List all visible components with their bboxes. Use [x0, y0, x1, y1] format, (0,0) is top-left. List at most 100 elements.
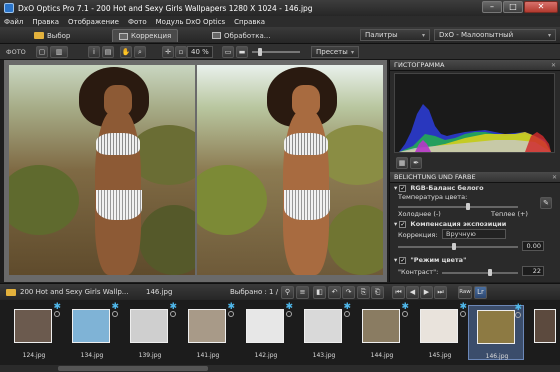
close-icon[interactable]: ✕ [551, 62, 556, 69]
menu-view[interactable]: Отображение [68, 18, 119, 26]
thumbnail-selected[interactable]: ✱ 146.jpg [468, 303, 524, 360]
thumbnail[interactable] [526, 305, 560, 360]
close-button[interactable]: ✕ [524, 1, 558, 13]
histogram [394, 73, 555, 153]
color-mode-row[interactable]: ▾ ✓ "Режим цвета" [394, 256, 466, 264]
info-button[interactable]: i [88, 46, 100, 58]
thumbnail-label: 142.jpg [254, 352, 278, 359]
prev-image-icon[interactable]: ◀ [406, 286, 419, 299]
palettes-dropdown[interactable]: Палитры ▾ [360, 29, 430, 41]
window-controls: – □ ✕ [482, 1, 558, 13]
tab-correction-label: Коррекция [131, 32, 172, 40]
zoom-out-icon[interactable]: ▭ [222, 46, 234, 58]
filter-icon[interactable]: ⚲ [281, 286, 294, 299]
thumbnail[interactable]: ✱ 124.jpg [6, 302, 62, 360]
exposure-row[interactable]: ▾ ✓ Компенсация экспозиции [394, 220, 506, 228]
rotate-left-icon[interactable]: ↶ [328, 286, 341, 299]
last-image-icon[interactable]: ⏭ [434, 286, 447, 299]
compare-view-button[interactable]: ▥ [50, 46, 68, 58]
thumbnail-image [14, 309, 52, 343]
chevron-down-icon: ▾ [421, 31, 425, 39]
image-canvas[interactable] [4, 60, 387, 282]
menu-photo[interactable]: Фото [128, 18, 147, 26]
thumbnail-image [534, 309, 556, 343]
histogram-mode-icon[interactable]: ▦ [396, 157, 408, 169]
temperature-slider[interactable] [398, 206, 518, 208]
contrast-slider-thumb[interactable] [488, 269, 492, 276]
tab-select-label: Выбор [47, 31, 71, 40]
thumbnail-image [246, 309, 284, 343]
chevron-down-icon: ▾ [547, 31, 551, 39]
thumbnail[interactable]: ✱ 145.jpg [412, 302, 468, 360]
close-icon[interactable]: ✕ [552, 174, 557, 181]
zoom-slider-thumb[interactable] [258, 48, 262, 56]
temperature-slider-thumb[interactable] [466, 203, 470, 210]
rgb-balance-checkbox[interactable]: ✓ [399, 184, 407, 192]
temperature-label: Температура цвета: [398, 193, 468, 201]
thumbnail[interactable]: ✱ 141.jpg [180, 302, 236, 360]
thumbnail-label: 146.jpg [485, 353, 509, 360]
menu-dxo-module[interactable]: Модуль DxO Optics [156, 18, 226, 26]
next-image-icon[interactable]: ▶ [420, 286, 433, 299]
white-balance-picker-icon[interactable]: ✎ [540, 197, 552, 209]
exposure-slider[interactable] [398, 246, 518, 248]
zoom-in-icon[interactable]: ▬ [236, 46, 248, 58]
thumbnail[interactable]: ✱ 142.jpg [238, 302, 294, 360]
hand-tool-icon[interactable]: ✋ [120, 46, 132, 58]
correction-dropdown[interactable]: Вручную [442, 229, 506, 239]
exposure-checkbox[interactable]: ✓ [399, 220, 407, 228]
fit-icon[interactable]: ✛ [162, 46, 174, 58]
minimize-button[interactable]: – [482, 1, 502, 13]
status-badge [515, 312, 521, 318]
eyedropper-icon[interactable]: ✒ [410, 157, 422, 169]
title-bar: DxO Optics Pro 7.1 - 200 Hot and Sexy Gi… [0, 0, 560, 16]
color-mode-checkbox[interactable]: ✓ [399, 256, 407, 264]
thumbnail-image [420, 309, 458, 343]
copy-settings-icon[interactable]: ⎘ [357, 286, 370, 299]
contrast-value-field[interactable]: 22 [522, 266, 544, 276]
zoom-tool-icon[interactable]: ⌕ [134, 46, 146, 58]
thumbnail[interactable]: ✱ 144.jpg [354, 302, 410, 360]
zoom-level-field[interactable]: 40 % [187, 46, 213, 58]
thumbnail[interactable]: ✱ 139.jpg [122, 302, 178, 360]
top-garment [96, 133, 140, 155]
first-image-icon[interactable]: ⏮ [392, 286, 405, 299]
rgb-balance-row[interactable]: ▾ ✓ RGB-Баланс белого [394, 184, 484, 192]
sort-icon[interactable]: ≡ [296, 286, 309, 299]
folder-icon [34, 32, 44, 39]
histogram-header[interactable]: ГИСТОГРАММА ✕ [390, 60, 560, 71]
bottom-garment [284, 190, 330, 220]
thumbnail-label: 141.jpg [196, 352, 220, 359]
presets-dropdown[interactable]: Пресеты ▾ [311, 46, 359, 58]
tab-process[interactable]: Обработка... [206, 29, 276, 42]
status-badge [460, 311, 466, 317]
workspace-dropdown[interactable]: DxO - Малоопытный ▾ [434, 29, 556, 41]
thumbnail[interactable]: ✱ 134.jpg [64, 302, 120, 360]
tab-process-label: Обработка... [224, 31, 271, 40]
section-header[interactable]: BELICHTUNG UND FARBE ✕ [390, 172, 560, 183]
contrast-slider[interactable] [442, 272, 518, 274]
menu-file[interactable]: Файл [4, 18, 23, 26]
single-view-button[interactable]: ▢ [36, 46, 48, 58]
lightroom-button[interactable]: Lr [474, 286, 487, 299]
thumbnail[interactable]: ✱ 143.jpg [296, 302, 352, 360]
tab-correction[interactable]: Коррекция [112, 29, 179, 42]
rotate-right-icon[interactable]: ↷ [342, 286, 355, 299]
exposure-slider-thumb[interactable] [452, 243, 456, 250]
apply-preset-icon[interactable]: ◧ [313, 286, 326, 299]
maximize-button[interactable]: □ [503, 1, 523, 13]
raw-toggle[interactable]: Raw [458, 286, 472, 299]
process-icon [212, 32, 221, 39]
contrast-label: "Контраст": [398, 268, 439, 276]
actual-size-icon[interactable]: ▫ [175, 46, 187, 58]
menu-edit[interactable]: Правка [32, 18, 59, 26]
paste-settings-icon[interactable]: ⎗ [371, 286, 384, 299]
exposure-value-field[interactable]: 0.00 [522, 241, 544, 251]
tab-select[interactable]: Выбор [28, 29, 76, 42]
thumbnail-image [72, 309, 110, 343]
filmstrip-scrollbar[interactable] [0, 365, 560, 372]
menu-help[interactable]: Справка [234, 18, 265, 26]
scrollbar-thumb[interactable] [58, 366, 208, 371]
current-file: 146.jpg [146, 288, 173, 296]
grid-view-button[interactable]: ▤ [102, 46, 114, 58]
